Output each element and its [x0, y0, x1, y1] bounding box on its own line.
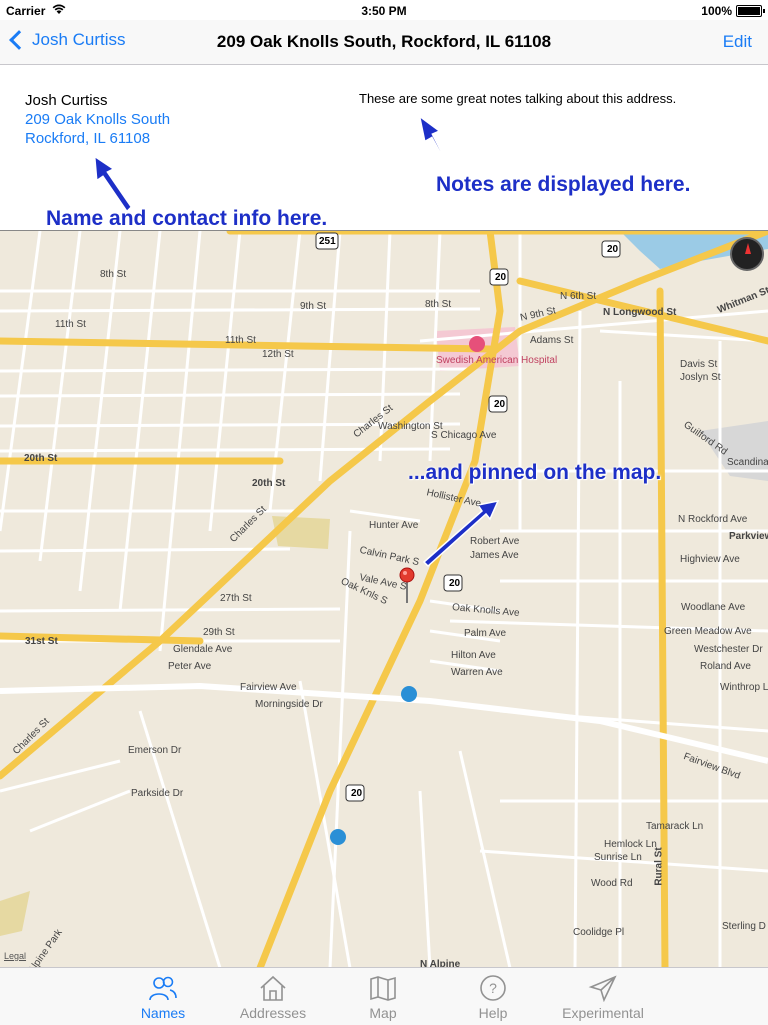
- map-label: Emerson Dr: [128, 745, 182, 756]
- tab-label: Help: [478, 1005, 508, 1021]
- map-label: Peter Ave: [168, 661, 212, 672]
- map-label: Sterling D: [722, 921, 766, 932]
- map-label: Robert Ave: [470, 536, 520, 547]
- annotation-name: Name and contact info here.: [46, 207, 328, 230]
- route-shield: 20: [351, 788, 363, 799]
- tab-label: Map: [369, 1005, 397, 1021]
- arrow-to-notes-icon: [419, 115, 451, 171]
- people-icon: [149, 976, 177, 1001]
- map-label: Highview Ave: [680, 554, 740, 565]
- annotation-arrows: [94, 115, 451, 212]
- map-label: 9th St: [300, 301, 327, 312]
- map-label-hospital: Swedish American Hospital: [436, 355, 558, 366]
- map-label: 8th St: [100, 269, 127, 280]
- info-panel: Josh Curtiss 209 Oak Knolls South Rockfo…: [0, 65, 768, 230]
- map-label: Hemlock Ln: [604, 839, 657, 850]
- map-label: Green Meadow Ave: [664, 626, 752, 637]
- map-label: 8th St: [425, 299, 452, 310]
- map-label: S Chicago Ave: [431, 430, 497, 441]
- page-title: 209 Oak Knolls South, Rockford, IL 61108: [216, 32, 552, 51]
- tab-names[interactable]: Names: [108, 968, 218, 1025]
- house-icon: [260, 975, 286, 1001]
- map-label: Woodlane Ave: [681, 602, 746, 613]
- map-label: Winthrop Ln: [720, 682, 768, 693]
- map-view[interactable]: 20 20 20 20 20 251 Swedish American Hosp…: [0, 230, 768, 968]
- map-label: Hunter Ave: [369, 520, 419, 531]
- route-shield: 20: [449, 578, 461, 589]
- route-shield: 20: [495, 272, 507, 283]
- tab-help[interactable]: ? Help: [438, 968, 548, 1025]
- tab-bar: Names Addresses Map ? Help Experimental: [0, 967, 768, 1025]
- map-label: Westchester Dr: [694, 644, 763, 655]
- map-label: 11th St: [225, 335, 256, 346]
- tab-map[interactable]: Map: [328, 968, 438, 1025]
- map-label: 20th St: [24, 453, 58, 464]
- legal-link[interactable]: Legal: [4, 951, 26, 961]
- route-shield: 251: [319, 236, 336, 247]
- map-label: Joslyn St: [680, 372, 721, 383]
- edit-button[interactable]: Edit: [723, 32, 752, 52]
- map-label: Glendale Ave: [173, 644, 233, 655]
- route-shield: 20: [607, 244, 619, 255]
- map-label: Rural St: [653, 847, 665, 886]
- map-icon: [370, 976, 396, 1001]
- map-label: 29th St: [203, 627, 235, 638]
- map-label: Adams St: [530, 335, 574, 346]
- svg-text:?: ?: [489, 980, 497, 996]
- map-label: 11th St: [55, 319, 86, 330]
- map-label: 31st St: [25, 636, 58, 647]
- map-label: N Rockford Ave: [678, 514, 748, 525]
- map-label: Roland Ave: [700, 661, 751, 672]
- route-shield: 20: [494, 399, 506, 410]
- arrow-to-contact-icon: [94, 156, 132, 212]
- map-label: Sunrise Ln: [594, 852, 642, 863]
- map-label: 27th St: [220, 593, 252, 604]
- clock: 3:50 PM: [361, 4, 407, 18]
- tab-label: Experimental: [562, 1005, 644, 1021]
- compass-icon[interactable]: [730, 237, 764, 271]
- status-bar: Carrier 3:50 PM 100%: [0, 0, 768, 20]
- battery-icon: [736, 5, 765, 17]
- navigation-bar: Josh Curtiss 209 Oak Knolls South, Rockf…: [0, 20, 768, 65]
- annotation-notes: Notes are displayed here.: [436, 173, 691, 196]
- tab-label: Names: [140, 1005, 186, 1021]
- map-label: Scandina Cemet: [727, 457, 768, 468]
- map-label: 20th St: [252, 478, 286, 489]
- map-label: Wood Rd: [591, 878, 633, 889]
- map-label: Fairview Ave: [240, 682, 297, 693]
- battery-percent: 100%: [701, 4, 732, 18]
- tab-addresses[interactable]: Addresses: [218, 968, 328, 1025]
- map-label: Parkside Dr: [131, 788, 184, 799]
- map-label: Warren Ave: [451, 667, 503, 678]
- tab-experimental[interactable]: Experimental: [548, 968, 658, 1025]
- annotation-pin: ...and pinned on the map.: [408, 461, 662, 484]
- map-label: N Longwood St: [603, 307, 677, 318]
- tab-label: Addresses: [239, 1005, 307, 1021]
- map-label: Tamarack Ln: [646, 821, 704, 832]
- map-label: 12th St: [262, 349, 294, 360]
- map-label: Morningside Dr: [255, 699, 323, 710]
- map-label: Parkview: [729, 531, 768, 542]
- paper-plane-icon: [588, 975, 617, 1002]
- map-label: Davis St: [680, 359, 718, 370]
- map-label: Coolidge Pl: [573, 927, 625, 938]
- map-label: James Ave: [470, 550, 519, 561]
- map-label: Hilton Ave: [451, 650, 496, 661]
- question-icon: ?: [480, 975, 506, 1001]
- map-label: Palm Ave: [464, 628, 507, 639]
- map-label: N 6th St: [560, 291, 597, 302]
